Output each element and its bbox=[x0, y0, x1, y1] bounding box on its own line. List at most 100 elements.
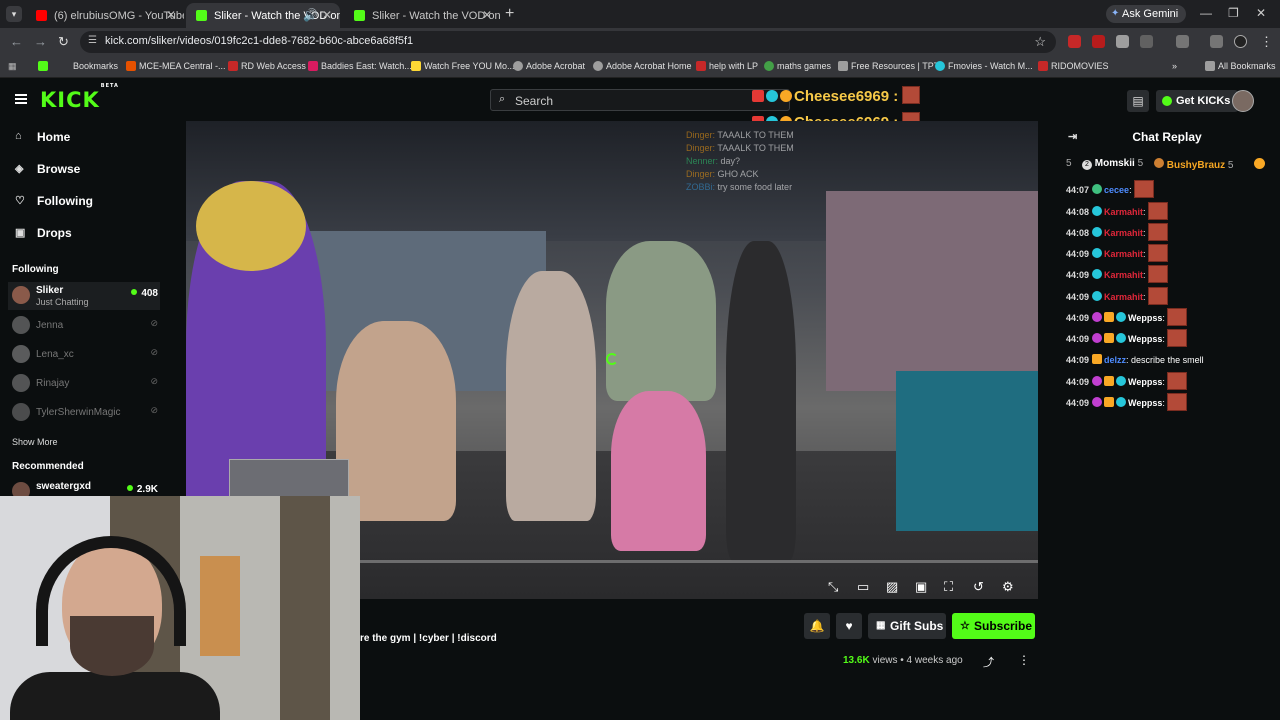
badge-icon bbox=[1092, 333, 1103, 343]
kick-logo[interactable]: KICKBETA bbox=[40, 83, 118, 112]
extension-icon[interactable] bbox=[1092, 35, 1105, 48]
bookmark-item[interactable]: Adobe Acrobat bbox=[513, 61, 585, 71]
chat-username[interactable]: Karmahit bbox=[1104, 292, 1143, 302]
sidebar-item-following[interactable]: ♡ Following bbox=[15, 194, 93, 208]
gift-subs-button[interactable]: Gift Subs bbox=[868, 613, 946, 639]
extension-icon[interactable] bbox=[1116, 35, 1129, 48]
channel-rinajay[interactable]: Rinajay ⊘ bbox=[8, 370, 160, 398]
tab-kick[interactable]: Sliker - Watch the VOD on Kick ✕ bbox=[344, 3, 500, 28]
bookmark-item[interactable]: help with LP bbox=[696, 61, 758, 71]
miniplayer-icon[interactable]: ⤡ bbox=[828, 579, 838, 595]
restore-icon[interactable]: ❐ bbox=[1228, 6, 1239, 20]
reload-icon[interactable]: ↻ bbox=[58, 34, 69, 50]
extensions-puzzle-icon[interactable] bbox=[1140, 35, 1153, 48]
sidebar-item-drops[interactable]: ▣ Drops bbox=[15, 226, 72, 240]
channel-lena[interactable]: Lena_xc ⊘ bbox=[8, 341, 160, 369]
site-info-icon[interactable]: ☰ bbox=[88, 35, 97, 46]
back-icon[interactable]: ← bbox=[10, 34, 23, 49]
library-icon[interactable]: ▤ bbox=[1127, 90, 1149, 112]
rewind-icon[interactable]: ↺ bbox=[973, 579, 984, 595]
clip-icon[interactable]: ▭ bbox=[857, 579, 869, 595]
channel-sliker[interactable]: Sliker Just Chatting 408 bbox=[8, 282, 160, 310]
bookmark-item[interactable]: Baddies East: Watch... bbox=[308, 61, 412, 71]
get-kicks-button[interactable]: Get KICKs bbox=[1156, 90, 1239, 112]
sidebar-item-browse[interactable]: ◈ Browse bbox=[15, 162, 80, 176]
chat-username[interactable]: Karmahit bbox=[1104, 249, 1143, 259]
bookmark-label: RD Web Access bbox=[241, 61, 306, 71]
chat-username[interactable]: Karmahit bbox=[1104, 207, 1143, 217]
chat-username[interactable]: Karmahit bbox=[1104, 270, 1143, 280]
chat-username[interactable]: Weppss bbox=[1128, 377, 1162, 387]
bookmark-item[interactable]: maths games bbox=[764, 61, 831, 71]
all-bookmarks[interactable]: All Bookmarks bbox=[1205, 61, 1276, 71]
channel-jenna[interactable]: Jenna ⊘ bbox=[8, 312, 160, 340]
gifter-item[interactable]: BushyBrauz 5 bbox=[1154, 158, 1233, 171]
forward-icon[interactable]: → bbox=[34, 34, 47, 49]
more-options-icon[interactable]: ⋮ bbox=[1018, 653, 1030, 667]
tab-search-dropdown[interactable]: ▾ bbox=[6, 6, 22, 22]
chat-message: 44:09 Karmahit: bbox=[1066, 244, 1168, 262]
notification-bell-button[interactable]: 🔔 bbox=[804, 613, 830, 639]
gifter-item[interactable]: 2 Momskii 5 bbox=[1082, 158, 1143, 170]
chat-username[interactable]: Karmahit bbox=[1104, 228, 1143, 238]
bookmark-item[interactable]: Watch Free YOU Mo... bbox=[411, 61, 515, 71]
reading-list-icon[interactable] bbox=[1210, 35, 1223, 48]
chat-username[interactable]: Weppss bbox=[1128, 398, 1162, 408]
collapse-chat-icon[interactable]: ⇥ bbox=[1068, 122, 1077, 152]
bookmark-star-icon[interactable]: ☆ bbox=[1034, 34, 1046, 50]
bookmark-label: All Bookmarks bbox=[1218, 61, 1276, 71]
channel-tylersherwinmagic[interactable]: TylerSherwinMagic ⊘ bbox=[8, 399, 160, 427]
bookmark-kick[interactable] bbox=[38, 61, 48, 73]
chat-message: 44:09 Weppss: bbox=[1066, 393, 1187, 411]
menu-kebab-icon[interactable]: ⋮ bbox=[1260, 34, 1273, 50]
tab-kick-active[interactable]: Sliker - Watch the VOD on 🔊 ✕ bbox=[186, 3, 340, 28]
chevron-right-icon[interactable]: » bbox=[1172, 61, 1177, 71]
show-more-link[interactable]: Show More bbox=[12, 437, 58, 447]
share-icon[interactable]: ⤴ bbox=[983, 654, 994, 670]
search-input[interactable]: ⌕ Search bbox=[490, 89, 790, 111]
theatre-mode-icon[interactable]: ▨ bbox=[886, 579, 898, 595]
bookmark-label: Adobe Acrobat Home bbox=[606, 61, 692, 71]
ask-gemini-button[interactable]: Ask Gemini bbox=[1106, 5, 1187, 23]
extension-icon[interactable] bbox=[1176, 35, 1189, 48]
url-text[interactable]: kick.com/sliker/videos/019fc2c1-dde8-768… bbox=[105, 35, 413, 47]
bookmark-item[interactable]: MCE-MEA Central -... bbox=[126, 61, 226, 71]
chat-username[interactable]: cecee bbox=[1104, 185, 1129, 195]
chat-username[interactable]: delzz bbox=[1104, 355, 1126, 365]
apps-grid-icon[interactable]: ▦ bbox=[8, 61, 17, 72]
gifter-name: BushyBrauz bbox=[1166, 160, 1226, 171]
profile-avatar-icon[interactable] bbox=[1234, 35, 1247, 48]
timestamp: 44:09 bbox=[1066, 398, 1090, 408]
close-icon[interactable]: ✕ bbox=[482, 8, 492, 22]
chat-message: 44:09 Weppss: bbox=[1066, 308, 1187, 326]
window-close-icon[interactable]: ✕ bbox=[1256, 6, 1266, 20]
overlay-chat-user: Dinger: bbox=[686, 130, 716, 140]
webcam-scene-shirt bbox=[10, 672, 220, 720]
close-icon[interactable]: ✕ bbox=[166, 8, 176, 22]
minimize-icon[interactable]: — bbox=[1200, 6, 1212, 20]
bookmark-item[interactable]: RD Web Access bbox=[228, 61, 306, 71]
speaker-icon[interactable]: 🔊 bbox=[303, 8, 318, 22]
bookmark-item[interactable]: Adobe Acrobat Home bbox=[593, 61, 692, 71]
subscribe-button[interactable]: Subscribe bbox=[952, 613, 1035, 639]
picture-in-picture-icon[interactable]: ▣ bbox=[915, 579, 927, 595]
bookmark-label: Fmovies - Watch M... bbox=[948, 61, 1033, 71]
chat-username[interactable]: Weppss bbox=[1128, 334, 1162, 344]
follow-heart-button[interactable]: ♥ bbox=[836, 613, 862, 639]
bookmark-item[interactable]: Bookmarks bbox=[60, 61, 118, 71]
chat-username[interactable]: Weppss bbox=[1128, 313, 1162, 323]
bookmark-item[interactable]: RIDOMOVIES bbox=[1038, 61, 1109, 71]
extension-icon[interactable] bbox=[1068, 35, 1081, 48]
user-avatar[interactable] bbox=[1232, 90, 1254, 112]
sidebar-item-home[interactable]: ⌂ Home bbox=[15, 130, 70, 144]
webcam-scene-door bbox=[200, 556, 240, 656]
tab-youtube[interactable]: (6) elrubiusOMG - YouTube ✕ bbox=[26, 3, 184, 28]
settings-gear-icon[interactable]: ⚙ bbox=[1002, 579, 1014, 595]
hamburger-menu-icon[interactable] bbox=[15, 94, 27, 104]
address-bar[interactable]: ☰ kick.com/sliker/videos/019fc2c1-dde8-7… bbox=[80, 31, 1056, 53]
fullscreen-icon[interactable]: ⛶ bbox=[944, 579, 953, 595]
close-icon[interactable]: ✕ bbox=[322, 8, 332, 22]
bookmark-item[interactable]: Fmovies - Watch M... bbox=[935, 61, 1033, 71]
new-tab-button[interactable]: + bbox=[505, 5, 514, 23]
bookmark-item[interactable]: Free Resources | TPT bbox=[838, 61, 939, 71]
